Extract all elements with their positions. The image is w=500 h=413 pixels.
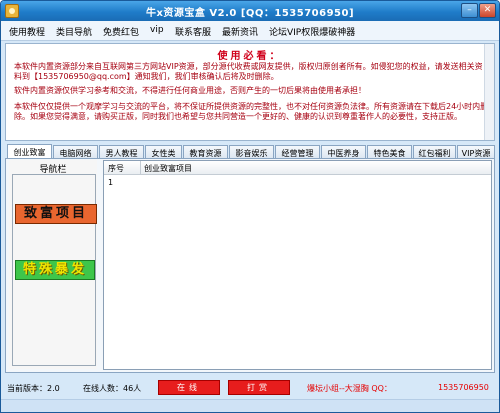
tab-yingyin-yule[interactable]: 影音娱乐 bbox=[229, 145, 274, 159]
title-bar[interactable]: 牛x资源宝盒 V2.0 [QQ：1535706950] – ✕ bbox=[1, 1, 499, 21]
column-divider bbox=[140, 161, 141, 175]
tab-nanren-jiaocheng[interactable]: 男人教程 bbox=[99, 145, 144, 159]
version-label: 当前版本：2.0 bbox=[7, 384, 60, 393]
nav-button-teshu-baofa[interactable]: 特殊暴发 bbox=[15, 260, 95, 280]
online-count-label: 在线人数：46人 bbox=[83, 384, 142, 393]
list-row-index[interactable]: 1 bbox=[108, 178, 113, 187]
close-button[interactable]: ✕ bbox=[479, 3, 496, 18]
menu-usage-guide[interactable]: 使用教程 bbox=[9, 25, 45, 38]
tip-button[interactable]: 打赏 bbox=[228, 380, 290, 395]
window-bottom-edge bbox=[1, 399, 499, 412]
tab-vip-ziyuan[interactable]: VIP资源 bbox=[457, 145, 495, 159]
menu-contact-support[interactable]: 联系客服 bbox=[175, 25, 211, 38]
notice-paragraph-usage: 软件内置资源仅供学习参考和交流，不得进行任何商业用途，否则产生的一切后果将由使用… bbox=[14, 86, 366, 95]
tab-jiaoyu-ziyuan[interactable]: 教育资源 bbox=[183, 145, 228, 159]
minimize-button[interactable]: – bbox=[461, 3, 478, 18]
list-header: 序号 创业致富项目 bbox=[104, 161, 491, 175]
notice-paragraph-disclaimer: 本软件仅仅提供一个观摩学习与交流的平台，将不保证所提供资源的完整性，也不对任何资… bbox=[14, 102, 489, 121]
tab-zhongyi-yangshen[interactable]: 中医养身 bbox=[321, 145, 366, 159]
tab-chuangye-zhifu[interactable]: 创业致富 bbox=[7, 144, 52, 159]
menu-forum-vip-tool[interactable]: 论坛VIP权限爆破神器 bbox=[269, 25, 355, 38]
notice-title: 使用必看： bbox=[217, 51, 283, 62]
nav-button-zhifu-xiangmu[interactable]: 致富项目 bbox=[15, 204, 97, 224]
tab-nvxing[interactable]: 女性类 bbox=[145, 145, 182, 159]
tab-tese-meishi[interactable]: 特色美食 bbox=[367, 145, 412, 159]
contact-qq-number[interactable]: 1535706950 bbox=[438, 383, 489, 392]
column-header-index[interactable]: 序号 bbox=[108, 163, 124, 174]
menu-category-nav[interactable]: 类目导航 bbox=[56, 25, 92, 38]
category-tabs: 创业致富 电脑网络 男人教程 女性类 教育资源 影音娱乐 经营管理 中医养身 特… bbox=[5, 144, 495, 159]
online-button[interactable]: 在线 bbox=[158, 380, 220, 395]
tab-jingying-guanli[interactable]: 经营管理 bbox=[275, 145, 320, 159]
window-title: 牛x资源宝盒 V2.0 [QQ：1535706950] bbox=[145, 8, 355, 19]
forum-credit-label: 爆坛小组--大湿胸 QQ： bbox=[307, 384, 392, 393]
notice-panel: 使用必看： 本软件内置资源部分来自互联网第三方网站VIP资源，部分源代收费或网友… bbox=[5, 43, 495, 141]
column-header-title[interactable]: 创业致富项目 bbox=[144, 163, 192, 174]
menu-latest-news[interactable]: 最新资讯 bbox=[222, 25, 258, 38]
notice-scrollbar[interactable] bbox=[484, 44, 494, 140]
project-list[interactable]: 序号 创业致富项目 1 bbox=[103, 160, 492, 370]
status-bar: 当前版本：2.0 在线人数：46人 在线 打赏 爆坛小组--大湿胸 QQ： 15… bbox=[1, 377, 499, 399]
tab-diannao-wangluo[interactable]: 电脑网络 bbox=[53, 145, 98, 159]
tab-hongbao-fuli[interactable]: 红包福利 bbox=[413, 145, 456, 159]
menu-free-redpacket[interactable]: 免费红包 bbox=[103, 25, 139, 38]
menu-vip[interactable]: vip bbox=[150, 25, 164, 35]
notice-paragraph-copyright: 本软件内置资源部分来自互联网第三方网站VIP资源，部分源代收费或网友提供，版权归… bbox=[14, 62, 483, 81]
menu-bar: 使用教程 类目导航 免费红包 vip 联系客服 最新资讯 论坛VIP权限爆破神器 bbox=[1, 21, 499, 41]
app-window: 牛x资源宝盒 V2.0 [QQ：1535706950] – ✕ 使用教程 类目导… bbox=[0, 0, 500, 413]
